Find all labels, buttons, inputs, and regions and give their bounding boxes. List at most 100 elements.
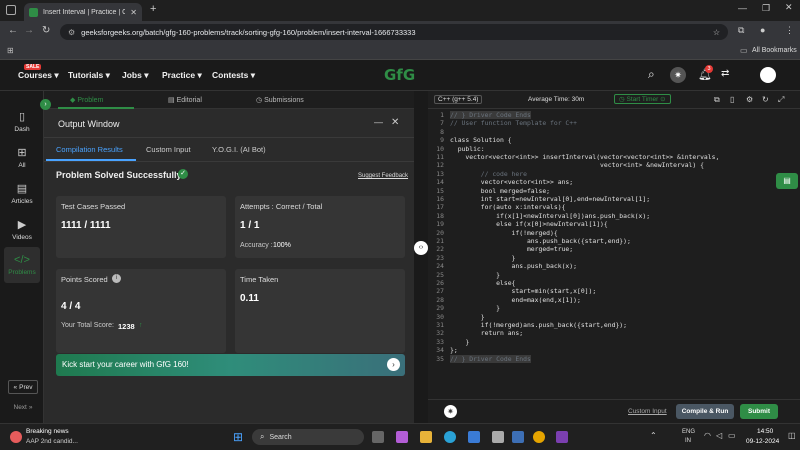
tray-chevron-icon[interactable]: ⌃: [650, 431, 657, 440]
banner-arrow-icon[interactable]: ›: [387, 358, 400, 371]
nav-contests[interactable]: Contests ▾: [212, 70, 255, 81]
suggest-feedback-link[interactable]: Suggest Feedback: [358, 173, 408, 179]
address-bar[interactable]: ⚙ geeksforgeeks.org/batch/gfg-160-proble…: [60, 24, 728, 40]
browser-tab-active[interactable]: Insert Interval | Practice | Geeks ✕: [24, 3, 142, 21]
theme-toggle-icon[interactable]: ✷: [670, 67, 686, 83]
news-title[interactable]: Breaking news: [26, 428, 69, 435]
url-text: geeksforgeeks.org/batch/gfg-160-problems…: [81, 27, 416, 37]
volume-icon[interactable]: ◁: [716, 431, 722, 440]
all-bookmarks-link[interactable]: All Bookmarks: [752, 47, 797, 54]
line-number: 23: [436, 253, 444, 262]
reload-icon[interactable]: ↻: [42, 25, 50, 36]
nav-tutorials[interactable]: Tutorials ▾: [68, 70, 110, 81]
tab-compilation-results[interactable]: Compilation Results: [56, 145, 123, 154]
reset-icon[interactable]: ↻: [762, 95, 769, 104]
notifications-icon[interactable]: ◫: [788, 431, 796, 440]
line-number: 12: [436, 161, 444, 170]
tab-yogi-ai-bot[interactable]: Y.O.G.I. (AI Bot): [212, 145, 266, 154]
language-select[interactable]: C++ (g++ 5.4): [434, 95, 483, 104]
test-cases-label: Test Cases Passed: [61, 202, 126, 211]
site-info-icon[interactable]: ⚙: [68, 28, 75, 37]
compile-run-button[interactable]: Compile & Run: [676, 404, 734, 419]
chat-icon[interactable]: ▤: [776, 173, 798, 189]
document-icon[interactable]: ▯: [730, 95, 734, 104]
file-explorer-icon[interactable]: [420, 431, 432, 443]
tab-submissions[interactable]: ◷ Submissions: [256, 96, 304, 104]
rail-all[interactable]: ⊞ All: [4, 139, 40, 175]
profile-icon[interactable]: ●: [760, 25, 765, 35]
clock-time[interactable]: 14:50: [757, 428, 773, 435]
fullscreen-icon[interactable]: ⤢: [778, 95, 784, 105]
edge-icon[interactable]: [444, 431, 456, 443]
submit-button[interactable]: Submit: [740, 404, 778, 419]
rail-articles[interactable]: ▤ Articles: [4, 175, 40, 211]
rail-videos[interactable]: ▶ Videos: [4, 211, 40, 247]
translate-icon[interactable]: ⇄: [721, 68, 729, 79]
test-cases-value: 1111 / 1111: [61, 220, 111, 231]
extensions-icon[interactable]: ⧉: [738, 25, 744, 36]
copy-icon[interactable]: ⧉: [714, 95, 720, 105]
line-number: 1: [440, 111, 444, 119]
bookmark-star-icon[interactable]: ☆: [713, 28, 720, 37]
gfg-logo[interactable]: GfG: [384, 66, 415, 84]
wifi-icon[interactable]: ◠: [704, 431, 711, 440]
minimize-window-icon[interactable]: —: [738, 3, 747, 13]
prev-button[interactable]: «Prev: [8, 380, 38, 394]
photos-icon[interactable]: [512, 431, 524, 443]
panel-splitter[interactable]: ‹›: [414, 91, 428, 423]
windows-start-icon[interactable]: ⊞: [233, 430, 243, 444]
trend-up-icon: ↑: [139, 322, 143, 329]
maximize-window-icon[interactable]: ❐: [762, 3, 770, 14]
compile-run-label: Compile & Run: [681, 408, 729, 415]
close-window-icon[interactable]: ✕: [785, 2, 793, 13]
news-widget-icon[interactable]: [10, 431, 22, 443]
chrome-icon[interactable]: [533, 431, 545, 443]
rail-problems[interactable]: </> Problems: [4, 247, 40, 283]
news-subtitle[interactable]: AAP 2nd candid...: [26, 438, 78, 445]
editor-theme-icon[interactable]: ✷: [444, 405, 457, 418]
avatar[interactable]: [760, 67, 776, 83]
store-icon[interactable]: [468, 431, 480, 443]
language-indicator[interactable]: ENG: [682, 429, 695, 435]
search-icon[interactable]: ⌕: [648, 67, 655, 82]
settings-icon[interactable]: ⚙: [746, 95, 753, 104]
battery-icon[interactable]: ▭: [728, 431, 736, 440]
forward-icon[interactable]: →: [24, 25, 34, 36]
apps-icon[interactable]: ⊞: [7, 46, 14, 55]
code-line: }: [450, 304, 501, 313]
gfg160-banner[interactable]: Kick start your career with GfG 160! ›: [56, 354, 405, 376]
code-line: }: [450, 270, 501, 279]
new-tab-icon[interactable]: +: [150, 3, 156, 15]
close-tab-icon[interactable]: ✕: [130, 8, 137, 17]
drag-handle-icon[interactable]: ‹›: [414, 241, 428, 255]
start-timer-button[interactable]: ◷ Start Timer ⊙: [614, 94, 671, 104]
close-output-icon[interactable]: ✕: [391, 117, 399, 128]
tab-editorial[interactable]: ▤ Editorial: [168, 96, 202, 104]
back-icon[interactable]: ←: [8, 25, 18, 36]
code-line: for(auto x:intervals){: [450, 203, 566, 212]
code-line: start=min(start,x[0]);: [450, 287, 597, 296]
app-icon[interactable]: [492, 431, 504, 443]
rail-dash[interactable]: ▯ Dash: [4, 103, 40, 139]
nav-practice[interactable]: Practice ▾: [162, 70, 202, 81]
onenote-icon[interactable]: [556, 431, 568, 443]
collapse-rail-icon[interactable]: ›: [40, 99, 51, 110]
code-area[interactable]: 1 // } Driver Code Ends 7 // User function …: [428, 111, 800, 393]
custom-input-link[interactable]: Custom Input: [628, 408, 667, 415]
nav-courses-label: Courses: [18, 70, 53, 80]
clock-date[interactable]: 09-12-2024: [746, 438, 779, 445]
copilot-icon[interactable]: [396, 431, 408, 443]
minimize-output-icon[interactable]: —: [374, 117, 383, 127]
task-view-icon[interactable]: [372, 431, 384, 443]
taskbar-search[interactable]: ⌕ Search: [252, 429, 364, 445]
info-icon[interactable]: i: [112, 274, 121, 283]
line-number: 33: [436, 337, 444, 346]
next-button[interactable]: Next»: [8, 400, 38, 414]
nav-jobs[interactable]: Jobs ▾: [122, 70, 148, 81]
tab-problem[interactable]: ◆ Problem: [70, 96, 103, 104]
tab-custom-input[interactable]: Custom Input: [146, 145, 191, 154]
tab-search-icon[interactable]: [6, 5, 16, 15]
gfg-favicon-icon: [29, 7, 38, 17]
nav-courses[interactable]: Courses ▾: [18, 70, 59, 81]
menu-icon[interactable]: ⋮: [785, 25, 794, 36]
